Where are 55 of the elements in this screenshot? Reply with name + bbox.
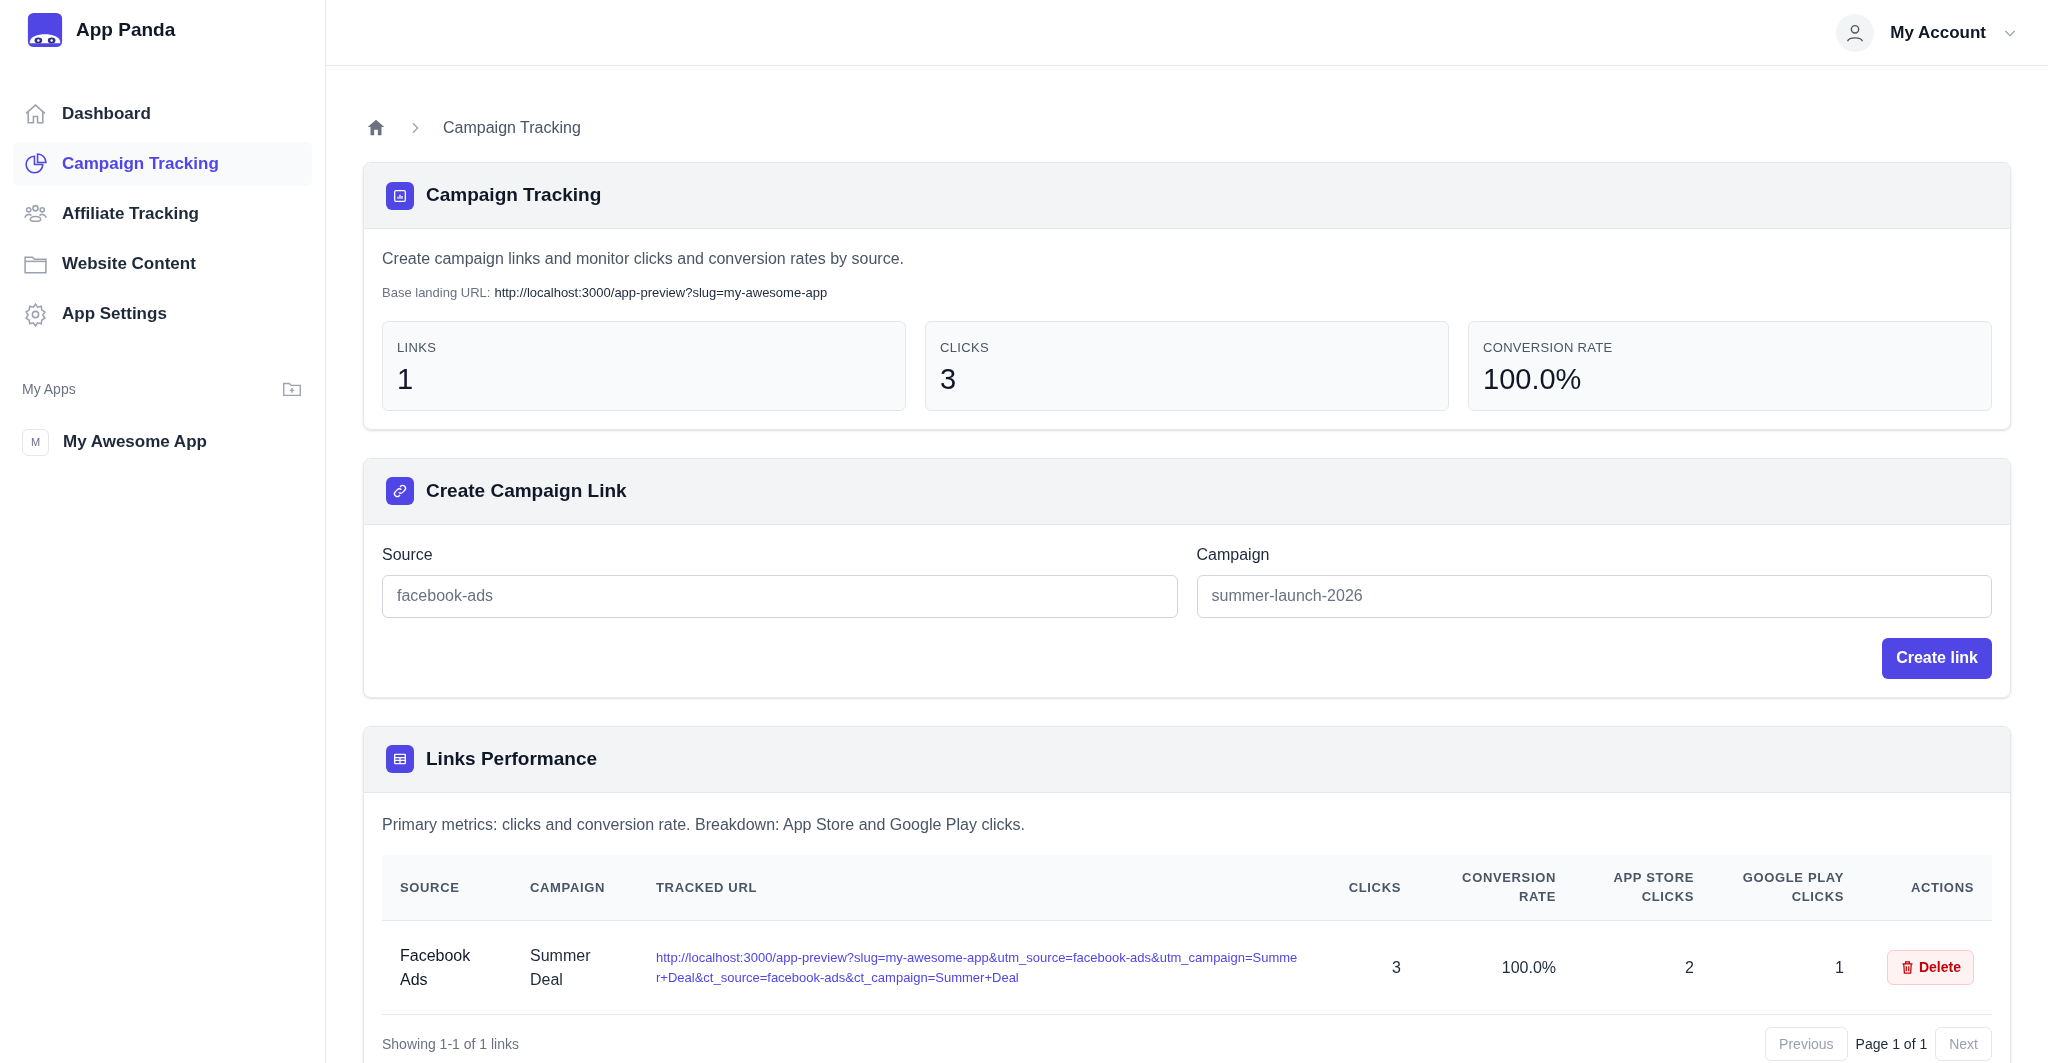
stat-label: CLICKS bbox=[940, 338, 990, 357]
column-header: CLICKS bbox=[1319, 854, 1419, 921]
base-url: http://localhost:3000/app-preview?slug=my-awesome-app bbox=[494, 284, 828, 302]
text-input[interactable]: facebook-ads bbox=[382, 574, 1178, 618]
table-icon bbox=[386, 745, 414, 773]
card-title: Campaign Tracking bbox=[426, 183, 602, 208]
section-heading: My Apps bbox=[22, 379, 76, 399]
nav-item[interactable]: App Settings bbox=[13, 292, 312, 336]
breadcrumb-link[interactable]: Campaign Tracking bbox=[443, 116, 581, 140]
column-header: GOOGLE PLAY CLICKS bbox=[1712, 854, 1862, 921]
text-input[interactable]: summer-launch-2026 bbox=[1196, 574, 1992, 618]
results-summary: Showing 1-1 of 1 links bbox=[382, 1034, 519, 1054]
field-label: Source bbox=[382, 544, 434, 565]
nav-item[interactable]: Website Content bbox=[13, 242, 312, 286]
table-cell: 100.0% bbox=[1419, 920, 1574, 1015]
nav-item[interactable]: Affiliate Tracking bbox=[13, 192, 312, 236]
column-header: SOURCE bbox=[382, 854, 512, 921]
create-link-button[interactable]: Create link bbox=[1882, 637, 1992, 679]
column-header: APP STORE CLICKS bbox=[1574, 854, 1712, 921]
column-header: CAMPAIGN bbox=[512, 854, 638, 921]
pie-chart-icon bbox=[23, 151, 48, 177]
account-menu[interactable]: My Account bbox=[1890, 19, 2018, 46]
stat-value: 1 bbox=[397, 362, 415, 397]
page-indicator: Page 1 of 1 bbox=[1855, 1034, 1928, 1054]
stat-value: 100.0% bbox=[1483, 362, 1583, 397]
base-url-label: Base landing URL: bbox=[382, 284, 491, 302]
app-initial-badge: M bbox=[22, 428, 49, 456]
panda-logo-icon bbox=[26, 11, 64, 49]
description-text: Create campaign links and monitor clicks and conversion rates by source. bbox=[382, 249, 906, 269]
chart-icon bbox=[386, 181, 414, 210]
stat-label: LINKS bbox=[397, 338, 438, 357]
column-header: ACTIONS bbox=[1862, 854, 1992, 921]
table-cell: Facebook Ads bbox=[382, 920, 512, 1015]
app-name: App Panda bbox=[76, 17, 176, 42]
column-header: CONVERSION RATE bbox=[1419, 854, 1574, 921]
field-label: Campaign bbox=[1196, 544, 1271, 565]
table-cell: 1 bbox=[1712, 920, 1862, 1015]
link-icon bbox=[386, 477, 414, 505]
app-item[interactable]: M My Awesome App bbox=[22, 420, 303, 464]
card-title: Links Performance bbox=[426, 746, 598, 771]
column-header: TRACKED URL bbox=[638, 854, 1319, 921]
settings-icon bbox=[23, 301, 48, 327]
stat-value: 3 bbox=[940, 362, 958, 397]
nav-item[interactable]: Campaign Tracking bbox=[13, 142, 312, 186]
delete-button[interactable]: Delete bbox=[1886, 950, 1974, 985]
stat-label: CONVERSION RATE bbox=[1483, 338, 1614, 357]
avatar-icon[interactable] bbox=[1836, 13, 1875, 52]
table-cell: 2 bbox=[1574, 920, 1712, 1015]
home-icon bbox=[23, 101, 48, 127]
table-cell: 3 bbox=[1319, 920, 1419, 1015]
card-title: Create Campaign Link bbox=[426, 478, 627, 503]
description-text: Primary metrics: clicks and conversion rate. Breakdown: App Store and Google Play clicks. bbox=[382, 814, 1026, 835]
table-cell: Summer Deal bbox=[512, 920, 638, 1015]
nav-item[interactable]: Dashboard bbox=[13, 92, 312, 136]
tracked-url-link[interactable]: http://localhost:3000/app-preview?slug=my-awesome-app&utm_source=facebook-ads&utm_campaign=Summer+Deal&ct_source=facebook-ads&ct_campaign=Summer+Deal bbox=[656, 948, 1301, 987]
